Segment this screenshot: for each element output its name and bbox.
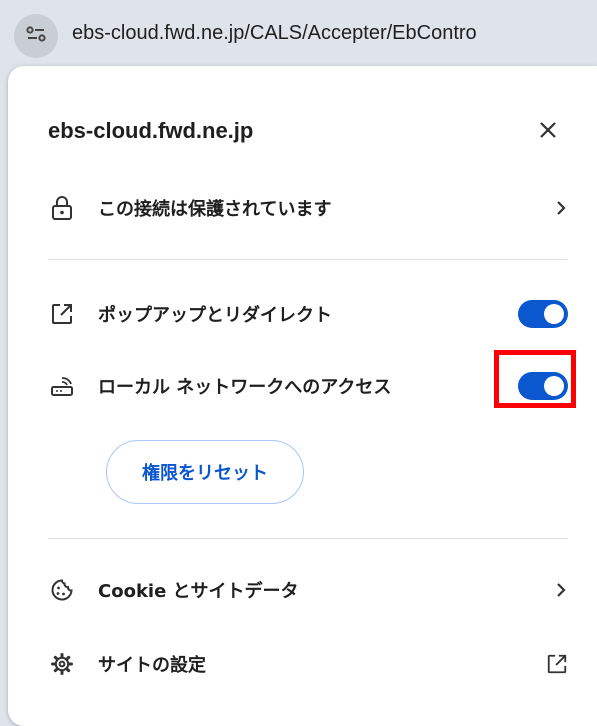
cookies-row[interactable]: Cookie とサイトデータ — [48, 570, 568, 610]
reset-permissions-button[interactable]: 権限をリセット — [106, 440, 304, 504]
cookie-icon — [48, 576, 76, 604]
gear-icon — [48, 650, 76, 678]
divider — [48, 259, 568, 260]
local-network-icon — [48, 372, 76, 400]
cookies-label: Cookie とサイトデータ — [98, 581, 299, 602]
permission-label: ローカル ネットワークへのアクセス — [98, 377, 392, 398]
tune-icon — [24, 22, 48, 50]
open-in-new-icon — [48, 300, 76, 328]
connection-security-row[interactable]: この接続は保護されています — [48, 188, 568, 228]
site-info-button[interactable] — [14, 14, 58, 58]
omnibox: ebs-cloud.fwd.ne.jp/CALS/Accepter/EbCont… — [0, 0, 597, 62]
site-settings-label: サイトの設定 — [98, 655, 206, 676]
close-icon — [538, 120, 558, 144]
close-button[interactable] — [530, 114, 566, 150]
divider — [48, 538, 568, 539]
open-in-new-icon — [546, 644, 568, 684]
popups-toggle[interactable] — [518, 300, 568, 328]
chevron-right-icon — [554, 188, 568, 228]
site-settings-row[interactable]: サイトの設定 — [48, 644, 568, 684]
toggle-knob — [544, 304, 564, 324]
permission-row-local-network: ローカル ネットワークへのアクセス — [48, 366, 568, 406]
highlight-box — [494, 350, 576, 408]
page-info-popup: ebs-cloud.fwd.ne.jp この接続は保護されています ポップアップ… — [8, 66, 597, 726]
chevron-right-icon — [554, 570, 568, 610]
connection-label: この接続は保護されています — [98, 199, 332, 220]
permission-label: ポップアップとリダイレクト — [98, 305, 332, 326]
lock-icon — [48, 194, 76, 222]
url-text[interactable]: ebs-cloud.fwd.ne.jp/CALS/Accepter/EbCont… — [72, 22, 477, 45]
popup-title: ebs-cloud.fwd.ne.jp — [48, 118, 254, 143]
permission-row-popups: ポップアップとリダイレクト — [48, 294, 568, 334]
